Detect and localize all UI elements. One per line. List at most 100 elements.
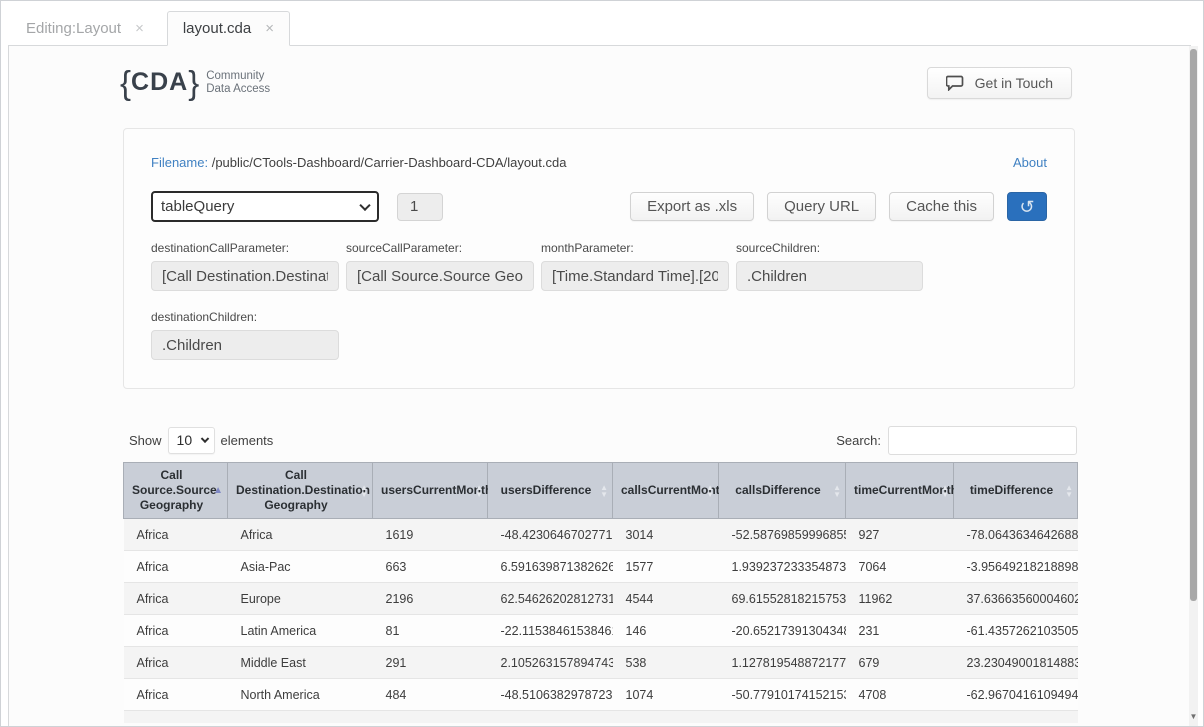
destination-children-input[interactable]: [151, 330, 339, 360]
column-header-call-source-source-geography[interactable]: Call Source.Source Geography ▲: [123, 462, 228, 519]
scroll-down-icon[interactable]: ▼: [1189, 713, 1198, 721]
close-icon[interactable]: ×: [135, 20, 144, 37]
table-cell: 37.63663560004602: [953, 582, 1078, 615]
sort-both-icon: ▲ ▼: [475, 482, 483, 499]
sort-ascending-icon: ▲: [213, 484, 223, 496]
get-in-touch-button[interactable]: Get in Touch: [926, 66, 1072, 99]
column-header-callscurrentmonth[interactable]: callsCurrentMonth ▲ ▼: [612, 462, 727, 519]
table-cell: 4708: [845, 678, 954, 711]
table-cell: 1.1278195488721776: [718, 646, 846, 679]
table-cell: 1074: [612, 678, 719, 711]
query-select[interactable]: tableQuery: [151, 191, 379, 222]
logo-line1: Community: [206, 69, 265, 82]
table-row: AfricaAfrica1619-48.4230646702771643014-…: [123, 518, 1078, 551]
table-row: Africa Asia-Pac 663 6.591639871382626 1577 1.…: [123, 550, 1078, 583]
sort-both-icon: ▲ ▼: [833, 482, 841, 499]
column-header-callsdifference[interactable]: callsDifference ▲ ▼: [718, 462, 846, 519]
app-window: Editing:Layout × layout.cda × { CDA } Co…: [0, 0, 1204, 727]
scrollbar-thumb[interactable]: [1190, 49, 1197, 601]
param-destination-call: destinationCallParameter:: [151, 241, 339, 291]
table-cell: 679: [845, 646, 954, 679]
param-label: destinationCallParameter:: [151, 241, 290, 255]
param-source-children: sourceChildren:: [736, 241, 923, 291]
table-cell: 81: [372, 614, 488, 647]
parameters-row-2: destinationChildren:: [151, 310, 1047, 360]
table-cell: 2.1052631578947434: [487, 646, 613, 679]
month-parameter-input[interactable]: [541, 261, 729, 291]
tab-editing-layout[interactable]: Editing:Layout ×: [11, 11, 159, 45]
close-icon[interactable]: ×: [265, 20, 274, 37]
page-size-control: Show 10 elements: [129, 426, 274, 454]
table-cell: Africa: [123, 646, 228, 679]
table-cell: 69.61552818215753: [718, 582, 846, 615]
param-label: sourceChildren:: [736, 241, 821, 255]
query-url-button[interactable]: Query URL: [767, 192, 877, 221]
table-cell: Africa: [123, 550, 228, 583]
table-cell: 6.591639871382626: [487, 550, 613, 583]
column-header-label: usersDifference: [500, 483, 592, 497]
table-cell: 4544: [612, 582, 719, 615]
search-input[interactable]: [888, 425, 1077, 455]
tab-layout-cda[interactable]: layout.cda ×: [166, 11, 290, 46]
logo-text: Community Data Access: [206, 70, 270, 96]
page-size-select[interactable]: 10: [167, 426, 215, 454]
elements-label: elements: [220, 432, 274, 448]
column-header-label: timeDifference: [969, 483, 1054, 497]
table-cell: -48.423064670277164: [487, 518, 613, 551]
sort-both-icon: ▲ ▼: [600, 482, 608, 499]
table-cell: Africa: [123, 518, 228, 551]
speech-bubble-icon: [945, 75, 963, 91]
cda-logo: { CDA } Community Data Access: [120, 66, 270, 99]
data-table: Call Source.Source Geography ▲ Call Destin…: [123, 462, 1078, 723]
table-row: Africa Middle East 291 2.1052631578947434 53…: [123, 646, 1078, 679]
tab-bar: Editing:Layout × layout.cda ×: [1, 1, 1203, 46]
query-panel: Filename: /public/CTools-Dashboard/Carri…: [123, 128, 1075, 389]
table-cell: -62.967041610949416: [953, 678, 1078, 711]
table-cell: -20.65217391304348: [718, 614, 846, 647]
table-cell: Africa: [227, 518, 373, 551]
table-cell: 927: [845, 518, 954, 551]
destination-call-parameter-input[interactable]: [151, 261, 339, 291]
column-header-call-destination-destination-geography[interactable]: Call Destination.Destination Geography ▲ ▼: [227, 462, 373, 519]
table-cell: -50.779101741521536: [718, 678, 846, 711]
column-header-userscurrentmonth[interactable]: usersCurrentMonth ▲ ▼: [372, 462, 492, 519]
logo-abbr: CDA: [131, 68, 189, 96]
table-cell: North America: [227, 678, 373, 711]
table-cell: 3014: [612, 518, 719, 551]
content-area: { CDA } Community Data Access Get in Tou…: [8, 45, 1191, 726]
table-cell: 11962: [845, 582, 954, 615]
table-cell: 1577: [612, 550, 719, 583]
column-header-timedifference[interactable]: timeDifference ▲ ▼: [953, 462, 1078, 519]
table-row-partial: [123, 710, 1078, 723]
table-header-row: Call Source.Source Geography ▲ Call Destin…: [123, 462, 1078, 519]
table-cell: 62.546262028127316: [487, 582, 613, 615]
table-cell: 23.23049001814883: [953, 646, 1078, 679]
param-destination-children: destinationChildren:: [151, 310, 339, 360]
table-cell: 7064: [845, 550, 954, 583]
parameters-row-1: destinationCallParameter: sourceCallPara…: [151, 241, 1047, 291]
refresh-button[interactable]: ↺: [1007, 192, 1047, 221]
filename-label: Filename:: [151, 155, 209, 170]
table-cell: 484: [372, 678, 488, 711]
column-header-label: Call Destination.Destination Geography: [236, 468, 371, 512]
column-header-timecurrentmonth[interactable]: timeCurrentMonth ▲ ▼: [845, 462, 958, 519]
table-cell: Asia-Pac: [227, 550, 373, 583]
export-xls-button[interactable]: Export as .xls: [630, 192, 755, 221]
table-cell: -48.51063829787235: [487, 678, 613, 711]
source-children-input[interactable]: [736, 261, 923, 291]
table-cell: 663: [372, 550, 488, 583]
logo-line2: Data Access: [206, 82, 271, 95]
table-cell: 1619: [372, 518, 488, 551]
table-cell: -78.06436346426881: [953, 518, 1078, 551]
column-header-label: callsDifference: [735, 483, 821, 497]
search-label: Search:: [836, 432, 881, 448]
param-month: monthParameter:: [541, 241, 729, 291]
about-link[interactable]: About: [1013, 155, 1047, 170]
cache-this-button[interactable]: Cache this: [889, 192, 994, 221]
source-call-parameter-input[interactable]: [346, 261, 534, 291]
param-label: destinationChildren:: [151, 310, 258, 324]
column-header-usersdifference[interactable]: usersDifference ▲ ▼: [487, 462, 613, 519]
table-cell: 146: [612, 614, 719, 647]
table-row: AfricaLatin America81-22.115384615384613…: [123, 614, 1078, 647]
query-index-input[interactable]: [397, 192, 443, 221]
